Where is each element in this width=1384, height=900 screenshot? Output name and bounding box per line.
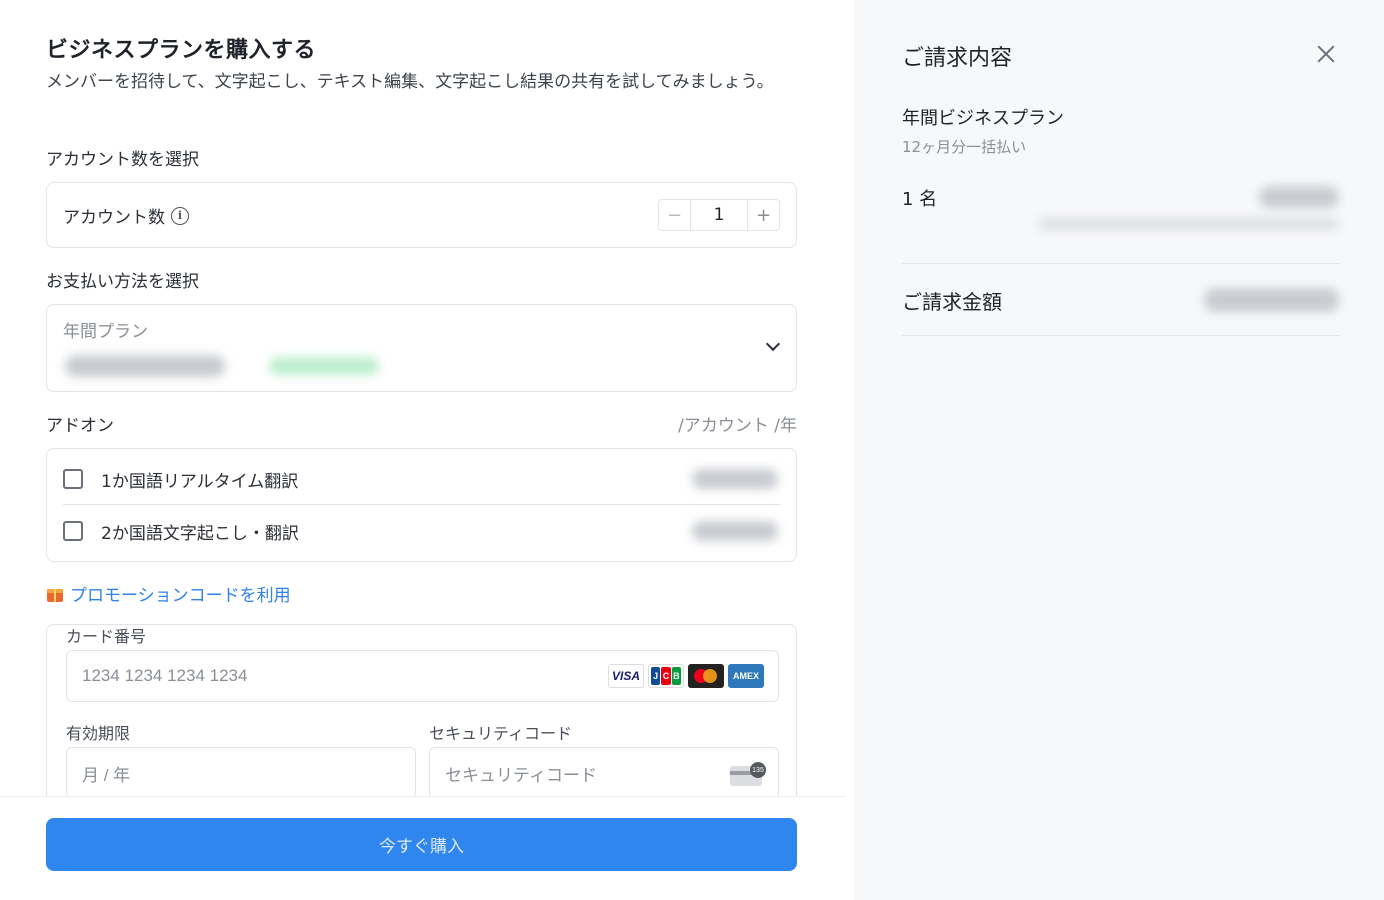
- expiry-placeholder: 月 / 年: [82, 765, 131, 785]
- blurred-addon-price: [692, 521, 778, 541]
- summary-divider: [902, 335, 1339, 336]
- checkout-panel: ビジネスプランを購入する メンバーを招待して、文字起こし、テキスト編集、文字起こ…: [0, 0, 854, 900]
- quantity-stepper: − 1 +: [658, 199, 780, 231]
- gift-icon: [46, 585, 64, 603]
- card-brands: VISA JCB AMEX: [608, 664, 764, 688]
- addon-item[interactable]: 2か国語文字起こし・翻訳: [63, 505, 780, 557]
- cvc-input[interactable]: セキュリティコード 135: [429, 747, 779, 799]
- quantity-value[interactable]: 1: [691, 200, 747, 230]
- addons-unit-label: /アカウント /年: [678, 416, 797, 436]
- card-cvc-icon: 135: [730, 762, 766, 786]
- blurred-line-note: [1039, 218, 1339, 230]
- addons-section-label: アドオン: [46, 416, 114, 436]
- addon-label: 1か国語リアルタイム翻訳: [101, 471, 299, 492]
- close-icon[interactable]: [1316, 44, 1336, 64]
- card-number-label: カード番号: [66, 627, 147, 646]
- cvc-placeholder: セキュリティコード: [445, 765, 597, 785]
- payment-section-label: お支払い方法を選択: [46, 272, 199, 292]
- mastercard-icon: [688, 664, 724, 688]
- decrement-button[interactable]: −: [659, 200, 691, 230]
- card-number-input[interactable]: 1234 1234 1234 1234 VISA JCB AMEX: [66, 650, 779, 702]
- addon-item[interactable]: 1か国語リアルタイム翻訳: [63, 453, 780, 505]
- page-title: ビジネスプランを購入する: [46, 38, 317, 63]
- promo-code-label: プロモーションコードを利用: [70, 586, 291, 606]
- blurred-addon-price: [692, 469, 778, 489]
- summary-title: ご請求内容: [902, 46, 1013, 71]
- cvc-label: セキュリティコード: [429, 724, 573, 743]
- blurred-plan-price: [65, 355, 225, 377]
- billing-summary-panel: ご請求内容 年間ビジネスプラン 12ヶ月分一括払い 1 名 ご請求金額: [854, 0, 1384, 900]
- card-number-placeholder: 1234 1234 1234 1234: [82, 666, 248, 685]
- summary-plan-billing: 12ヶ月分一括払い: [902, 138, 1027, 156]
- account-count-row: アカウント数 i: [63, 203, 189, 228]
- amex-icon: AMEX: [728, 664, 764, 688]
- addon-checkbox[interactable]: [63, 469, 83, 489]
- blurred-line-price: [1259, 186, 1339, 208]
- addon-label: 2か国語文字起こし・翻訳: [101, 523, 299, 544]
- summary-quantity: 1 名: [902, 189, 938, 210]
- jcb-icon: JCB: [648, 664, 684, 688]
- payment-plan-select[interactable]: 年間プラン: [46, 304, 797, 392]
- expiry-label: 有効期限: [66, 724, 131, 743]
- addon-checkbox[interactable]: [63, 521, 83, 541]
- visa-icon: VISA: [608, 664, 644, 688]
- account-count-label: アカウント数: [63, 208, 165, 228]
- increment-button[interactable]: +: [747, 200, 779, 230]
- expiry-input[interactable]: 月 / 年: [66, 747, 416, 799]
- plan-select-label: 年間プラン: [63, 322, 148, 342]
- buy-now-button[interactable]: 今すぐ購入: [46, 818, 797, 871]
- summary-total-label: ご請求金額: [902, 290, 1002, 314]
- blurred-total-price: [1204, 288, 1339, 312]
- info-icon[interactable]: i: [171, 206, 189, 225]
- promo-code-link[interactable]: プロモーションコードを利用: [46, 581, 291, 606]
- summary-plan-name: 年間ビジネスプラン: [902, 108, 1064, 129]
- chevron-down-icon: [765, 336, 781, 352]
- card-form: カード番号 1234 1234 1234 1234 VISA JCB AMEX …: [46, 624, 797, 824]
- blurred-discount-badge: [269, 357, 379, 375]
- summary-divider: [902, 263, 1339, 264]
- page-subtitle: メンバーを招待して、文字起こし、テキスト編集、文字起こし結果の共有を試してみまし…: [46, 72, 774, 92]
- account-section-label: アカウント数を選択: [46, 150, 199, 170]
- checkout-footer: 今すぐ購入: [0, 796, 846, 900]
- addons-box: 1か国語リアルタイム翻訳 2か国語文字起こし・翻訳: [46, 448, 797, 562]
- account-count-box: アカウント数 i − 1 +: [46, 182, 797, 248]
